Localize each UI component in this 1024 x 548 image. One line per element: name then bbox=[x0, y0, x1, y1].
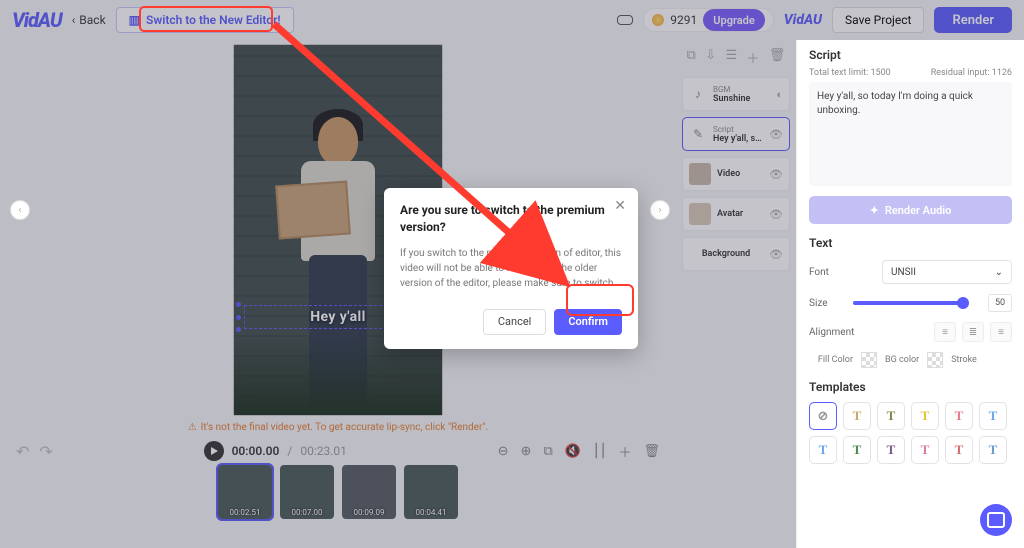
clip-thumb[interactable]: 00:02.51 bbox=[218, 465, 272, 519]
font-select[interactable]: UNSII⌄ bbox=[882, 260, 1012, 284]
copy-icon[interactable]: ⧉ bbox=[543, 444, 552, 459]
transport-bar: ↶ ↷ 00:00.00 / 00:23.01 ⊖ ⊕ ⧉ 🔇 ⎮⎮ ＋ 🗑 bbox=[0, 433, 676, 465]
text-template[interactable]: T bbox=[877, 436, 905, 464]
redo-icon[interactable]: ↷ bbox=[39, 442, 52, 461]
visibility-icon[interactable]: 👁 bbox=[769, 168, 783, 181]
wand-icon: ✦ bbox=[870, 204, 879, 217]
music-icon: ♪ bbox=[689, 85, 707, 103]
mini-logo: VidAU bbox=[784, 12, 822, 28]
text-template[interactable]: T bbox=[911, 436, 939, 464]
text-template[interactable]: T bbox=[877, 402, 905, 430]
delete-icon[interactable]: 🗑 bbox=[643, 444, 660, 459]
close-icon[interactable]: ✕ bbox=[614, 198, 626, 214]
layer-background[interactable]: Background👁 bbox=[682, 237, 790, 271]
dialog-body: If you switch to the premium version of … bbox=[400, 246, 622, 291]
save-project-button[interactable]: Save Project bbox=[832, 7, 924, 33]
size-slider[interactable] bbox=[853, 301, 963, 305]
cancel-button[interactable]: Cancel bbox=[483, 309, 546, 335]
text-template[interactable]: T bbox=[843, 402, 871, 430]
upgrade-button[interactable]: Upgrade bbox=[703, 9, 764, 31]
visibility-icon[interactable]: ◐ bbox=[776, 88, 783, 101]
stroke-swatch[interactable] bbox=[927, 352, 943, 368]
chevron-down-icon: ⌄ bbox=[995, 267, 1003, 278]
back-button[interactable]: ‹Back bbox=[72, 13, 106, 27]
visibility-icon[interactable]: 👁 bbox=[769, 208, 783, 221]
layer-tool-icon[interactable]: ⧉ bbox=[687, 48, 696, 67]
sparkle-icon: ▥ bbox=[129, 13, 140, 27]
text-template[interactable]: ⊘ bbox=[809, 402, 837, 430]
layer-avatar[interactable]: Avatar👁 bbox=[682, 197, 790, 231]
coin-icon bbox=[652, 14, 664, 26]
layer-bgm[interactable]: ♪BGMSunshine◐ bbox=[682, 77, 790, 111]
text-template[interactable]: T bbox=[979, 402, 1007, 430]
preview-warning: It's not the final video yet. To get acc… bbox=[188, 422, 489, 433]
text-template[interactable]: T bbox=[945, 402, 973, 430]
device-icon[interactable] bbox=[617, 15, 633, 25]
size-value[interactable]: 50 bbox=[988, 294, 1012, 312]
clip-thumb[interactable]: 00:04.41 bbox=[404, 465, 458, 519]
mute-icon[interactable]: 🔇 bbox=[565, 444, 581, 459]
layers-panel: ⧉ ⇩ ☰ ＋ 🗑 ♪BGMSunshine◐ ✎ScriptHey y'all… bbox=[676, 40, 796, 548]
render-button[interactable]: Render bbox=[934, 7, 1012, 33]
text-template[interactable]: T bbox=[979, 436, 1007, 464]
split-icon[interactable]: ⎮⎮ bbox=[593, 444, 607, 459]
prev-scene-icon[interactable]: ‹ bbox=[10, 200, 30, 220]
text-template[interactable]: T bbox=[911, 402, 939, 430]
next-scene-icon[interactable]: › bbox=[650, 200, 670, 220]
credits-pill[interactable]: 9291Upgrade bbox=[643, 8, 773, 32]
add-icon[interactable]: ＋ bbox=[618, 442, 631, 461]
switch-editor-button[interactable]: ▥Switch to the New Editor! bbox=[116, 7, 294, 33]
top-bar: VidAU ‹Back ▥Switch to the New Editor! 9… bbox=[0, 0, 1024, 40]
avatar-thumb-icon bbox=[689, 203, 711, 225]
layer-script[interactable]: ✎ScriptHey y'all, so t…👁 bbox=[682, 117, 790, 151]
logo: VidAU bbox=[12, 8, 62, 32]
layer-delete-icon[interactable]: 🗑 bbox=[769, 48, 786, 67]
time-current: 00:00.00 bbox=[232, 444, 280, 458]
dialog-title: Are you sure to switch to the premium ve… bbox=[400, 202, 622, 236]
confirm-dialog: ✕ Are you sure to switch to the premium … bbox=[384, 188, 638, 349]
time-total: 00:23.01 bbox=[300, 444, 347, 458]
script-icon: ✎ bbox=[689, 125, 707, 143]
visibility-icon[interactable]: 👁 bbox=[769, 248, 783, 261]
script-title: Script bbox=[809, 48, 1012, 62]
text-template[interactable]: T bbox=[945, 436, 973, 464]
confirm-button[interactable]: Confirm bbox=[554, 309, 622, 335]
zoom-in-icon[interactable]: ⊕ bbox=[521, 444, 532, 459]
layer-video[interactable]: Video👁 bbox=[682, 157, 790, 191]
layer-add-icon[interactable]: ＋ bbox=[746, 48, 759, 67]
text-template[interactable]: T bbox=[809, 436, 837, 464]
chat-fab[interactable] bbox=[980, 504, 1012, 536]
text-template[interactable]: T bbox=[843, 436, 871, 464]
zoom-out-icon[interactable]: ⊖ bbox=[498, 444, 509, 459]
align-right-icon[interactable]: ≡ bbox=[990, 322, 1012, 342]
visibility-icon[interactable]: 👁 bbox=[769, 128, 783, 141]
render-audio-button[interactable]: ✦Render Audio bbox=[809, 196, 1012, 224]
inspector-panel: Script Total text limit: 1500Residual in… bbox=[796, 40, 1024, 548]
clip-thumb[interactable]: 00:09.09 bbox=[342, 465, 396, 519]
layer-tool-icon[interactable]: ☰ bbox=[725, 48, 737, 67]
templates-title: Templates bbox=[809, 380, 1012, 394]
layer-tool-icon[interactable]: ⇩ bbox=[705, 48, 716, 67]
chevron-left-icon: ‹ bbox=[72, 13, 76, 27]
bg-color-swatch[interactable] bbox=[861, 352, 877, 368]
play-button[interactable] bbox=[204, 441, 224, 461]
timeline-thumbs: 00:02.51 00:07.00 00:09.09 00:04.41 bbox=[202, 465, 474, 519]
align-center-icon[interactable]: ≣ bbox=[962, 322, 984, 342]
align-left-icon[interactable]: ≡ bbox=[934, 322, 956, 342]
text-section-title: Text bbox=[809, 236, 1012, 250]
script-textarea[interactable]: Hey y'all, so today I'm doing a quick un… bbox=[809, 82, 1012, 186]
clip-thumb[interactable]: 00:07.00 bbox=[280, 465, 334, 519]
undo-icon[interactable]: ↶ bbox=[16, 442, 29, 461]
video-thumb-icon bbox=[689, 163, 711, 185]
